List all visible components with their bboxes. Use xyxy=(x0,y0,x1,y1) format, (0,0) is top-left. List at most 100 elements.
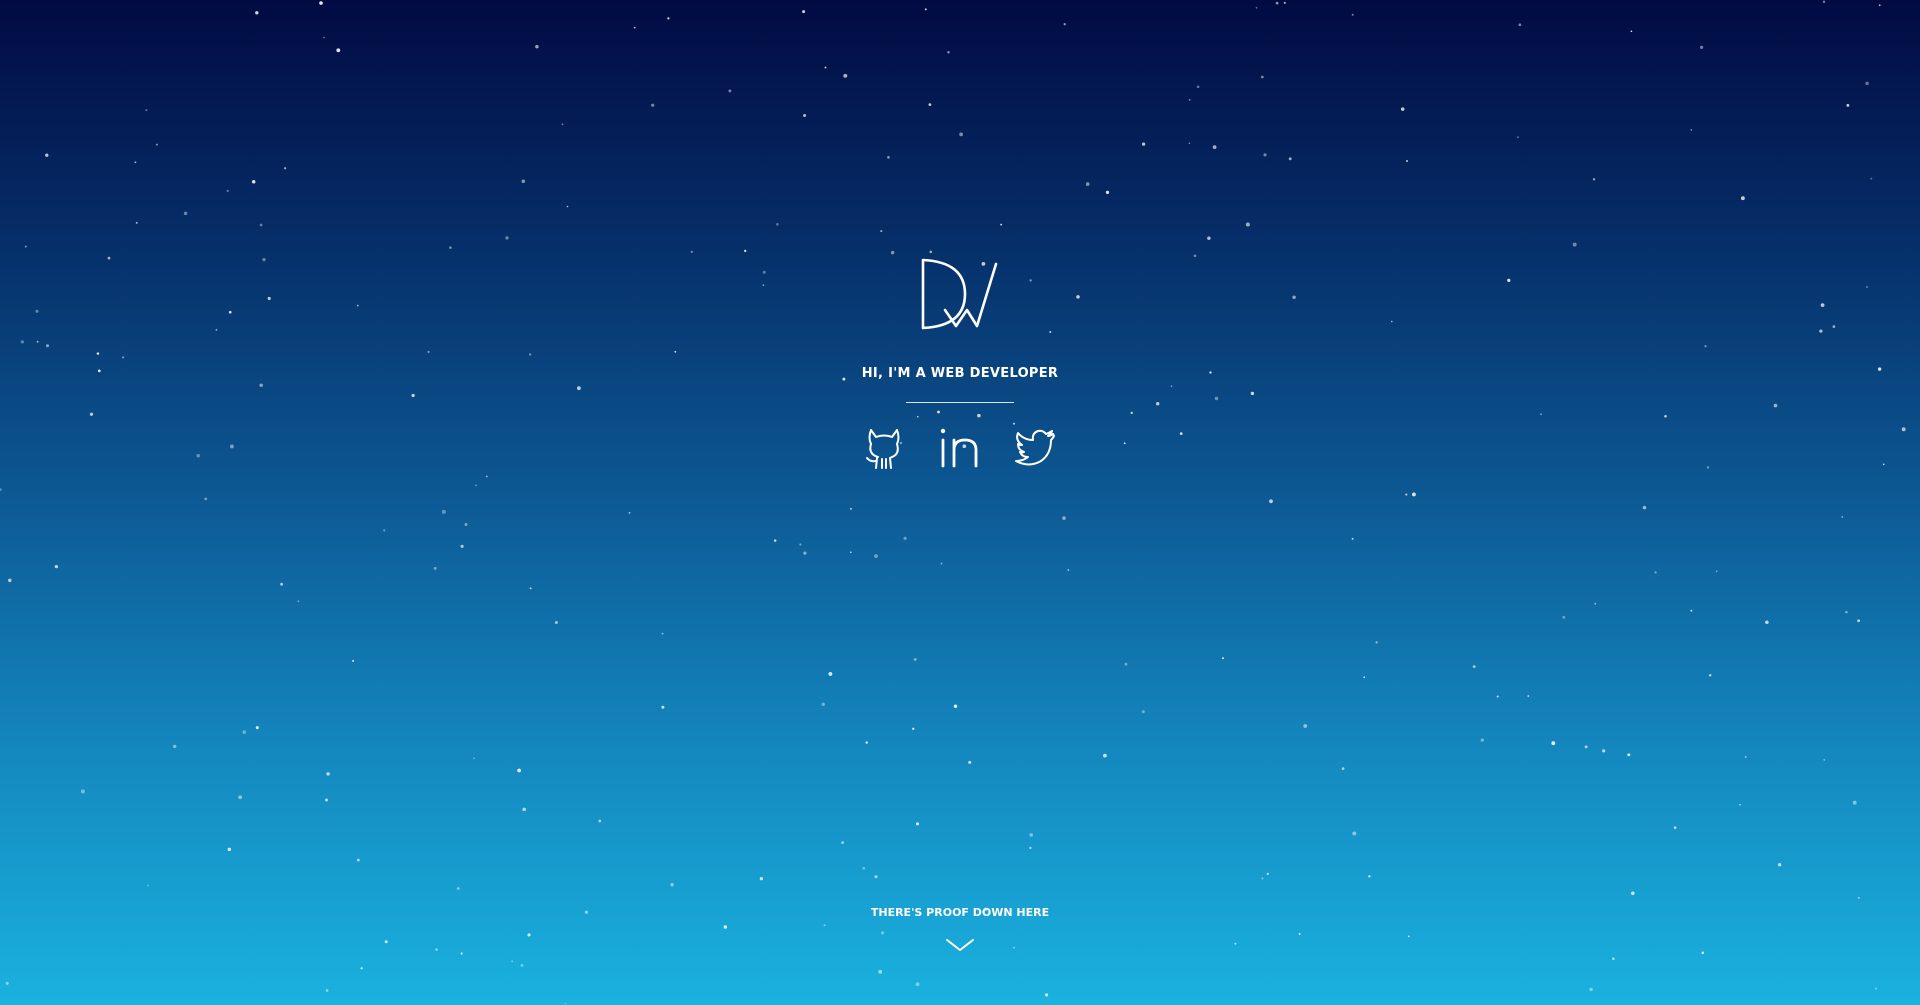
star xyxy=(690,250,693,253)
star xyxy=(97,369,101,373)
star xyxy=(1062,516,1066,520)
star xyxy=(183,211,188,216)
star xyxy=(661,705,665,709)
star xyxy=(1214,396,1219,401)
star xyxy=(1777,863,1782,867)
star xyxy=(661,632,664,635)
star xyxy=(323,36,325,39)
star xyxy=(1085,182,1090,186)
star xyxy=(1266,872,1269,875)
star xyxy=(1400,107,1405,111)
star xyxy=(878,970,883,974)
star xyxy=(1298,932,1301,936)
star xyxy=(584,910,588,914)
divider xyxy=(906,402,1014,403)
star xyxy=(1507,278,1511,282)
github-icon xyxy=(866,429,900,469)
star xyxy=(251,180,256,184)
star xyxy=(1673,826,1677,829)
star xyxy=(1857,896,1860,899)
star xyxy=(913,657,917,661)
star xyxy=(744,249,747,253)
linkedin-link[interactable] xyxy=(938,426,982,470)
star xyxy=(54,564,59,569)
star xyxy=(1045,993,1049,997)
star xyxy=(1341,767,1345,770)
github-link[interactable] xyxy=(862,426,906,470)
star xyxy=(968,760,972,764)
star xyxy=(762,284,765,287)
star xyxy=(803,114,807,117)
star xyxy=(881,931,885,935)
star xyxy=(776,223,779,226)
star xyxy=(1901,427,1906,432)
star xyxy=(529,587,532,590)
star xyxy=(1878,4,1881,7)
star xyxy=(667,17,670,20)
star xyxy=(824,66,827,69)
star xyxy=(937,410,940,414)
star xyxy=(723,925,727,929)
star xyxy=(1049,331,1052,333)
star xyxy=(1496,695,1499,698)
star xyxy=(147,884,150,887)
star xyxy=(1740,196,1745,201)
star xyxy=(80,789,85,794)
star xyxy=(1715,570,1718,573)
star xyxy=(35,309,39,313)
star xyxy=(1744,756,1747,758)
star xyxy=(728,89,732,93)
star xyxy=(1245,222,1250,227)
star xyxy=(226,189,229,193)
star xyxy=(1877,367,1882,371)
star xyxy=(862,866,866,870)
star xyxy=(107,256,111,260)
star xyxy=(528,353,532,356)
star xyxy=(577,386,581,391)
star xyxy=(535,44,539,49)
star xyxy=(880,230,883,233)
star xyxy=(411,393,415,398)
star xyxy=(1193,254,1197,258)
star xyxy=(0,488,2,491)
star xyxy=(651,103,655,107)
star xyxy=(238,795,243,800)
star xyxy=(1874,987,1878,990)
star xyxy=(283,167,287,170)
linkedin-icon xyxy=(940,428,978,468)
star xyxy=(1562,615,1566,619)
star xyxy=(505,236,509,240)
star xyxy=(1584,745,1588,749)
star xyxy=(1708,674,1712,677)
star xyxy=(1846,104,1850,107)
star xyxy=(1076,295,1080,299)
star xyxy=(1275,1,1279,5)
star xyxy=(947,51,950,54)
star xyxy=(1012,946,1015,949)
star xyxy=(1592,178,1596,181)
star xyxy=(1188,98,1191,101)
star xyxy=(1103,753,1107,758)
star xyxy=(1351,537,1354,540)
star xyxy=(435,948,438,951)
star xyxy=(449,246,452,249)
star xyxy=(849,551,852,554)
star xyxy=(1292,295,1296,300)
star xyxy=(1630,30,1633,33)
star xyxy=(1870,177,1873,180)
twitter-link[interactable] xyxy=(1013,426,1057,470)
star xyxy=(1706,466,1710,469)
star xyxy=(259,383,263,388)
star xyxy=(267,296,271,301)
chevron-down-icon[interactable] xyxy=(944,935,976,955)
star xyxy=(1352,831,1357,836)
star xyxy=(1063,23,1066,26)
star xyxy=(517,768,521,773)
star xyxy=(1882,463,1885,466)
star xyxy=(464,523,468,526)
star xyxy=(1852,800,1857,805)
star xyxy=(1368,875,1371,878)
star xyxy=(903,536,907,540)
star xyxy=(1407,935,1410,938)
star xyxy=(96,352,100,355)
